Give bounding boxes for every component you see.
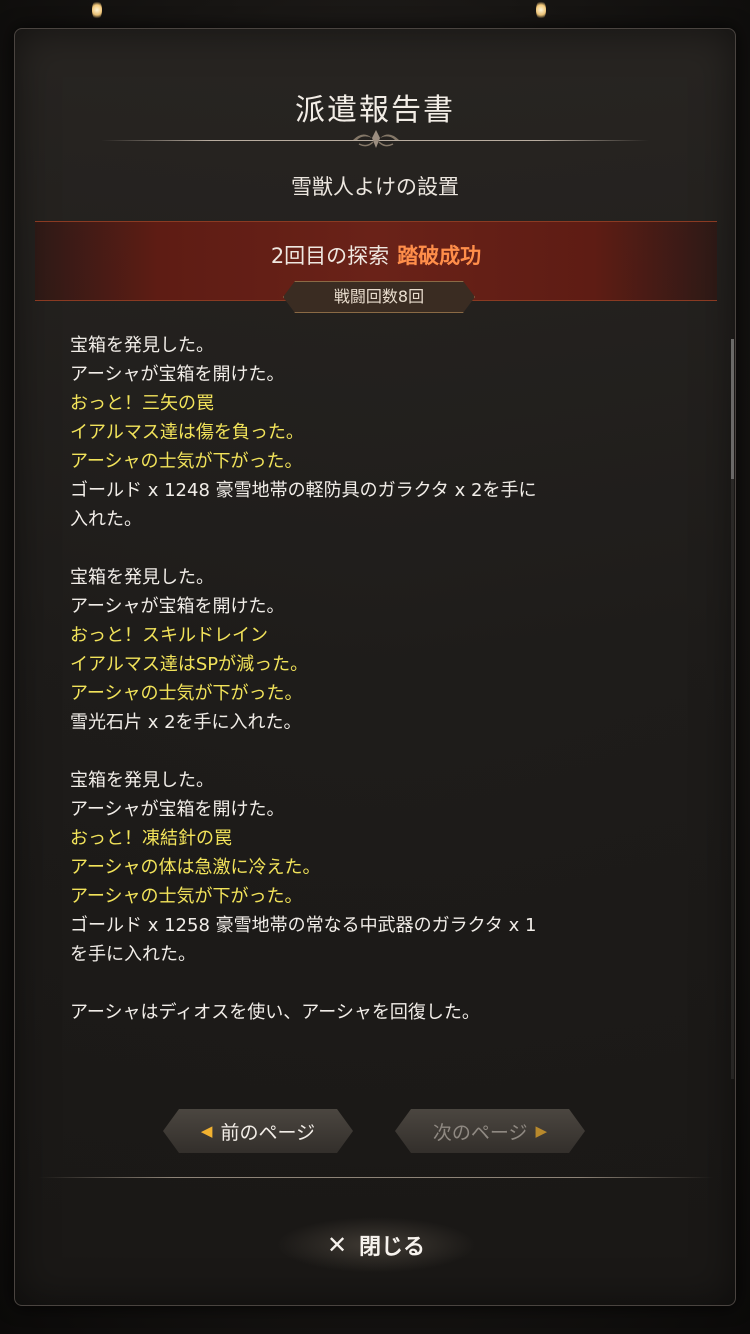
- log-line: ゴールド x 1258 豪雪地帯の常なる中武器のガラクタ x 1: [70, 915, 537, 936]
- candle-light-right: [536, 0, 546, 20]
- close-button[interactable]: ✕ 閉じる: [276, 1217, 476, 1273]
- log-line: アーシャの士気が下がった。: [70, 451, 303, 472]
- log-line: おっと！凍結針の罠: [70, 828, 232, 849]
- ornament-icon: [353, 130, 399, 148]
- log-line: アーシャが宝箱を開けた。: [70, 596, 285, 617]
- log-line: ゴールド x 1248 豪雪地帯の軽防具のガラクタ x 2を手に: [70, 480, 537, 501]
- dungeon-name: 雪獣人よけの設置: [291, 175, 459, 199]
- log-line: 宝箱を発見した。: [70, 335, 214, 356]
- arrow-left-icon: ◀: [200, 1122, 213, 1140]
- log-line: イアルマス達は傷を負った。: [70, 422, 304, 443]
- dialog-title: 派遣報告書: [295, 93, 455, 128]
- log-line: 宝箱を発見した。: [70, 567, 214, 588]
- log-line: おっと！スキルドレイン: [70, 625, 268, 646]
- log-line: アーシャはディオスを使い、アーシャを回復した。: [70, 1002, 480, 1023]
- log-line: 宝箱を発見した。: [70, 770, 214, 791]
- report-log[interactable]: 宝箱を発見した。 アーシャが宝箱を開けた。 おっと！三矢の罠 イアルマス達は傷を負った…: [70, 331, 670, 1067]
- status-badge: 踏破成功: [397, 244, 482, 268]
- candle-light-left: [92, 0, 102, 20]
- log-line: アーシャの体は急激に冷えた。: [70, 857, 321, 878]
- next-page-label: 次のページ: [432, 1121, 528, 1144]
- log-line: 入れた。: [70, 509, 142, 530]
- dispatch-report-dialog: 派遣報告書 雪獣人よけの設置 2回目の探索 踏破成功 戦闘回数8回 宝箱を発見した…: [14, 28, 736, 1306]
- exploration-count: 2回目の探索: [270, 244, 390, 268]
- battle-count-badge: 戦闘回数8回: [283, 281, 475, 313]
- log-line: を手に入れた。: [70, 944, 196, 965]
- log-line: アーシャが宝箱を開けた。: [70, 799, 285, 820]
- log-scrollbar-thumb[interactable]: [731, 339, 734, 479]
- log-line: アーシャの士気が下がった。: [70, 886, 303, 907]
- log-line: アーシャの士気が下がった。: [70, 683, 303, 704]
- close-icon: ✕: [326, 1231, 348, 1259]
- prev-page-label: 前のページ: [220, 1121, 316, 1144]
- prev-page-button[interactable]: ◀ 前のページ: [163, 1109, 353, 1153]
- log-line: おっと！三矢の罠: [70, 393, 214, 414]
- log-line: アーシャが宝箱を開けた。: [70, 364, 285, 385]
- result-line: 2回目の探索 踏破成功: [35, 240, 717, 270]
- close-label: 閉じる: [359, 1235, 426, 1260]
- arrow-right-icon: ▶: [535, 1122, 548, 1140]
- footer-divider: [39, 1177, 713, 1178]
- log-line: 雪光石片 x 2を手に入れた。: [70, 712, 302, 733]
- log-line: イアルマス達はSPが減った。: [70, 654, 309, 675]
- next-page-button[interactable]: 次のページ ▶: [395, 1109, 585, 1153]
